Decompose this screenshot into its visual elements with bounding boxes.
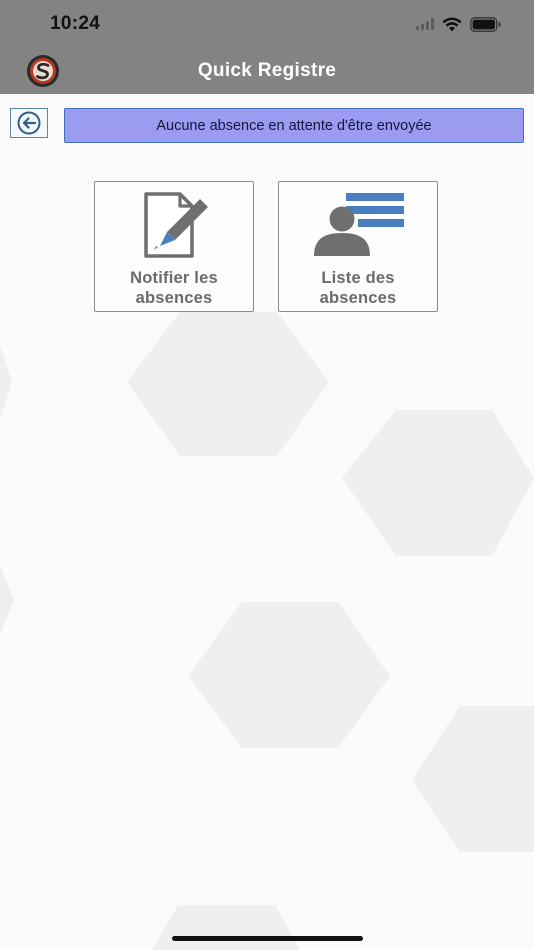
battery-icon	[470, 16, 501, 32]
home-indicator	[172, 936, 363, 941]
arrow-left-circle-icon	[17, 111, 41, 135]
app-title: Quick Registre	[197, 60, 337, 81]
notify-absences-label: Notifier les absences	[130, 269, 218, 307]
back-button[interactable]	[10, 108, 48, 138]
absences-list-tile[interactable]: Liste des absences	[278, 181, 438, 312]
status-time: 10:24	[50, 13, 101, 34]
signal-icon	[416, 18, 434, 30]
edit-document-icon	[144, 192, 208, 258]
notify-absences-tile[interactable]: Notifier les absences	[94, 181, 254, 312]
status-icons	[416, 14, 502, 34]
pending-absences-banner: Aucune absence en attente d'être envoyée	[64, 108, 524, 143]
absences-list-label: Liste des absences	[319, 269, 397, 307]
wifi-icon	[442, 17, 462, 31]
person-list-icon	[314, 193, 404, 256]
app-header: 10:24 Quick Registre	[0, 0, 534, 94]
